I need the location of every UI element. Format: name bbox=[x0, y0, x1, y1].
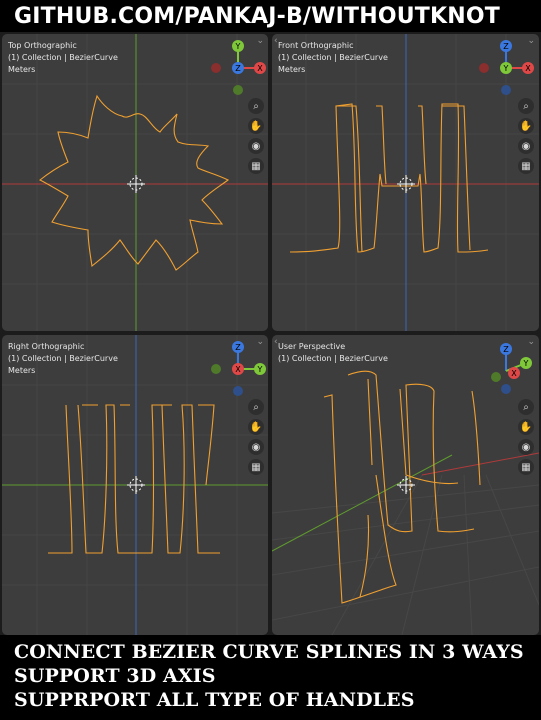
grid-icon[interactable]: ▦ bbox=[518, 459, 534, 475]
viewport-grid: Top Orthographic (1) Collection | Bezier… bbox=[0, 32, 541, 635]
3d-cursor bbox=[397, 175, 415, 193]
zoom-icon[interactable]: ⌕ bbox=[518, 399, 534, 415]
navigation-gizmo[interactable]: Z X Y bbox=[476, 38, 536, 98]
camera-icon[interactable]: ◉ bbox=[518, 138, 534, 154]
3d-cursor bbox=[127, 476, 145, 494]
gizmo-label: Z bbox=[503, 42, 509, 51]
bezier-curve bbox=[38, 94, 230, 271]
viewport-info: Front Orthographic (1) Collection | Bezi… bbox=[278, 40, 388, 76]
viewport-top-orthographic[interactable]: Top Orthographic (1) Collection | Bezier… bbox=[2, 34, 268, 331]
y-axis-line bbox=[272, 454, 453, 552]
gizmo-label: X bbox=[511, 369, 517, 378]
view-tools: ⌕ ✋ ◉ ▦ bbox=[248, 399, 266, 479]
3d-cursor bbox=[127, 175, 145, 193]
view-tools: ⌕ ✋ ◉ ▦ bbox=[518, 98, 536, 178]
viewport-info: Top Orthographic (1) Collection | Bezier… bbox=[8, 40, 118, 76]
collection-label: (1) Collection | BezierCurve bbox=[8, 53, 118, 62]
gizmo-label: X bbox=[257, 64, 263, 73]
gizmo-label: Z bbox=[235, 64, 241, 73]
viewport-front-orthographic[interactable]: Front Orthographic (1) Collection | Bezi… bbox=[272, 34, 539, 331]
units-label: Meters bbox=[8, 366, 36, 375]
gizmo-label: Y bbox=[235, 42, 241, 51]
hand-icon[interactable]: ✋ bbox=[518, 419, 534, 435]
caption-line-1: CONNECT BEZIER CURVE SPLINES IN 3 WAYS bbox=[14, 641, 524, 663]
navigation-gizmo[interactable]: Z Y X bbox=[208, 339, 268, 399]
hand-icon[interactable]: ✋ bbox=[248, 118, 264, 134]
units-label: Meters bbox=[278, 65, 306, 74]
caption-line-3: SUPPRPORT ALL TYPE OF HANDLES bbox=[14, 689, 415, 711]
caption-line-2: SUPPORT 3D AXIS bbox=[14, 665, 216, 687]
hand-icon[interactable]: ✋ bbox=[248, 419, 264, 435]
gizmo-label: Y bbox=[503, 64, 509, 73]
viewport-name: Top Orthographic bbox=[8, 41, 77, 50]
navigation-gizmo[interactable]: Y X Z bbox=[208, 38, 268, 98]
collection-label: (1) Collection | BezierCurve bbox=[278, 53, 388, 62]
grid-icon[interactable]: ▦ bbox=[248, 158, 264, 174]
corner-chevron-icon[interactable]: ‹ bbox=[274, 337, 278, 347]
hand-icon[interactable]: ✋ bbox=[518, 118, 534, 134]
bezier-curve bbox=[323, 370, 475, 604]
gizmo-label: Y bbox=[257, 365, 263, 374]
viewport-info: User Perspective (1) Collection | Bezier… bbox=[278, 341, 388, 365]
viewport-name: Front Orthographic bbox=[278, 41, 354, 50]
viewport-right-orthographic[interactable]: Right Orthographic (1) Collection | Bezi… bbox=[2, 335, 268, 635]
units-label: Meters bbox=[8, 65, 36, 74]
gizmo-label: X bbox=[525, 64, 531, 73]
camera-icon[interactable]: ◉ bbox=[248, 439, 264, 455]
github-url-title: GITHUB.COM/PANKAJ-B/WITHOUTKNOT bbox=[14, 4, 500, 29]
gizmo-label: Z bbox=[235, 343, 241, 352]
gizmo-label: Z bbox=[503, 345, 509, 354]
navigation-gizmo[interactable]: Z Y X bbox=[478, 339, 538, 399]
viewport-name: User Perspective bbox=[278, 342, 346, 351]
view-tools: ⌕ ✋ ◉ ▦ bbox=[248, 98, 266, 178]
gizmo-label: Y bbox=[523, 359, 529, 368]
header-banner: GITHUB.COM/PANKAJ-B/WITHOUTKNOT bbox=[0, 0, 541, 32]
camera-icon[interactable]: ◉ bbox=[518, 439, 534, 455]
camera-icon[interactable]: ◉ bbox=[248, 138, 264, 154]
viewport-name: Right Orthographic bbox=[8, 342, 85, 351]
zoom-icon[interactable]: ⌕ bbox=[248, 399, 264, 415]
gizmo-label: X bbox=[235, 365, 241, 374]
zoom-icon[interactable]: ⌕ bbox=[248, 98, 264, 114]
collection-label: (1) Collection | BezierCurve bbox=[278, 354, 388, 363]
viewport-info: Right Orthographic (1) Collection | Bezi… bbox=[8, 341, 118, 377]
footer-caption: CONNECT BEZIER CURVE SPLINES IN 3 WAYS S… bbox=[0, 635, 541, 720]
bezier-curve bbox=[289, 103, 489, 253]
grid-icon[interactable]: ▦ bbox=[518, 158, 534, 174]
collection-label: (1) Collection | BezierCurve bbox=[8, 354, 118, 363]
viewport-user-perspective[interactable]: User Perspective (1) Collection | Bezier… bbox=[272, 335, 539, 635]
view-tools: ⌕ ✋ ◉ ▦ bbox=[518, 399, 536, 479]
zoom-icon[interactable]: ⌕ bbox=[518, 98, 534, 114]
grid-icon[interactable]: ▦ bbox=[248, 459, 264, 475]
corner-chevron-icon[interactable]: ‹ bbox=[274, 36, 278, 46]
